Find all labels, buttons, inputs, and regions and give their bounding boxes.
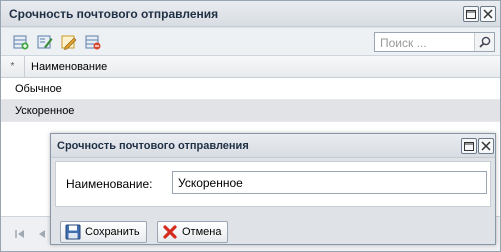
prev-page-icon [39, 230, 45, 238]
edit-icon[interactable] [37, 34, 53, 50]
window-title: Срочность почтового отправления [9, 7, 219, 21]
window-titlebar: Срочность почтового отправления [1, 1, 500, 27]
close-icon [481, 141, 491, 151]
add-icon[interactable] [13, 34, 29, 50]
dialog-close-button[interactable] [478, 138, 494, 154]
name-field[interactable] [172, 171, 487, 194]
search-icon [478, 36, 490, 48]
dialog-maximize-button[interactable] [461, 138, 477, 154]
maximize-icon [464, 141, 474, 151]
first-page-icon [15, 230, 24, 238]
name-field-label: Наименование: [66, 177, 153, 191]
save-icon [65, 224, 81, 240]
dialog-form: Наименование: [55, 161, 491, 207]
search-button[interactable] [474, 33, 494, 51]
maximize-button[interactable] [463, 6, 479, 22]
cancel-icon [163, 225, 177, 239]
dialog-titlebar: Срочность почтового отправления [51, 134, 495, 158]
dialog-title: Срочность почтового отправления [57, 140, 249, 152]
close-button[interactable] [480, 6, 496, 22]
close-icon [483, 9, 493, 19]
row-name-cell: Обычное [15, 83, 62, 95]
table-row-selected[interactable]: Ускоренное [1, 100, 500, 122]
edit-pencil-icon[interactable] [61, 34, 77, 50]
column-header-name[interactable]: Наименование [31, 61, 107, 73]
row-name-cell: Ускоренное [15, 105, 75, 117]
save-button[interactable]: Сохранить [60, 221, 147, 243]
prev-page-button[interactable] [33, 225, 51, 243]
table-row[interactable]: Обычное [1, 78, 500, 100]
maximize-icon [466, 9, 476, 19]
row-marker-header: * [1, 56, 25, 78]
edit-dialog: Срочность почтового отправления Наименов… [50, 133, 496, 245]
search-input[interactable]: Поиск ... [380, 36, 427, 50]
save-button-label: Сохранить [85, 226, 140, 238]
delete-icon[interactable] [85, 34, 101, 50]
cancel-button[interactable]: Отмена [157, 221, 229, 243]
grid-header: * Наименование [1, 56, 500, 78]
search-box[interactable]: Поиск ... [374, 32, 495, 52]
toolbar: Поиск ... [1, 28, 500, 56]
cancel-button-label: Отмена [182, 226, 222, 238]
first-page-button[interactable] [11, 225, 29, 243]
